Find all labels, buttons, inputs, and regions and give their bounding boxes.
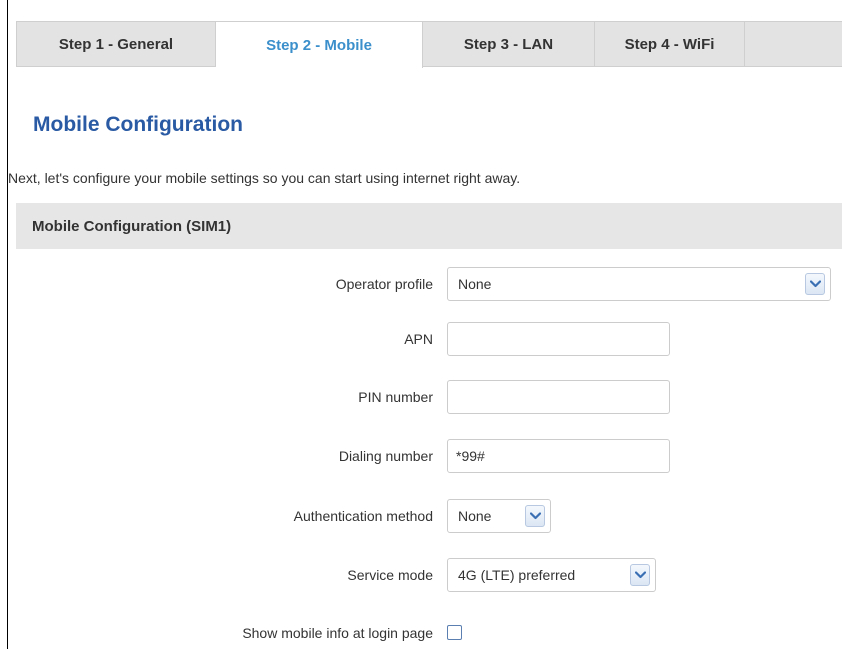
auth-method-value: None: [458, 508, 492, 524]
intro-text: Next, let's configure your mobile settin…: [8, 170, 521, 186]
operator-profile-value: None: [458, 276, 492, 292]
dialing-row: Dialing number *99#: [0, 437, 842, 475]
dialing-label: Dialing number: [338, 448, 433, 464]
apn-row: APN: [0, 320, 842, 358]
operator-profile-select[interactable]: None: [447, 267, 831, 301]
tab-step-4-wifi[interactable]: Step 4 - WiFi: [595, 21, 745, 67]
pin-row: PIN number: [0, 378, 842, 416]
mobile-config-page: Step 1 - General Step 2 - Mobile Step 3 …: [0, 0, 842, 649]
chevron-down-icon: [525, 505, 545, 527]
tab-step-3-lan[interactable]: Step 3 - LAN: [423, 21, 595, 67]
show-mobile-info-label: Show mobile info at login page: [242, 625, 433, 641]
operator-profile-row: Operator profile None: [0, 265, 842, 303]
auth-method-row: Authentication method None: [0, 497, 842, 535]
chevron-down-icon: [805, 273, 825, 295]
pin-label: PIN number: [358, 389, 433, 405]
tab-step-1-general[interactable]: Step 1 - General: [16, 21, 216, 67]
tab-step-2-mobile[interactable]: Step 2 - Mobile: [216, 21, 423, 68]
service-mode-label: Service mode: [347, 567, 433, 583]
section-header-sim1: Mobile Configuration (SIM1): [16, 203, 842, 249]
section-header-label: Mobile Configuration (SIM1): [32, 217, 232, 235]
apn-input[interactable]: [447, 322, 670, 356]
service-mode-select[interactable]: 4G (LTE) preferred: [447, 558, 656, 592]
show-mobile-info-checkbox[interactable]: [447, 625, 462, 640]
dialing-number-input[interactable]: *99#: [447, 439, 670, 473]
chevron-down-icon: [630, 564, 650, 586]
page-title: Mobile Configuration: [33, 113, 243, 136]
wizard-tabs: Step 1 - General Step 2 - Mobile Step 3 …: [16, 21, 842, 68]
auth-method-select[interactable]: None: [447, 499, 551, 533]
service-mode-value: 4G (LTE) preferred: [458, 567, 576, 583]
operator-profile-label: Operator profile: [335, 276, 433, 292]
apn-label: APN: [404, 331, 433, 347]
pin-input[interactable]: [447, 380, 670, 414]
service-mode-row: Service mode 4G (LTE) preferred: [0, 556, 842, 594]
auth-method-label: Authentication method: [293, 508, 433, 524]
show-mobile-info-row: Show mobile info at login page: [0, 614, 842, 649]
